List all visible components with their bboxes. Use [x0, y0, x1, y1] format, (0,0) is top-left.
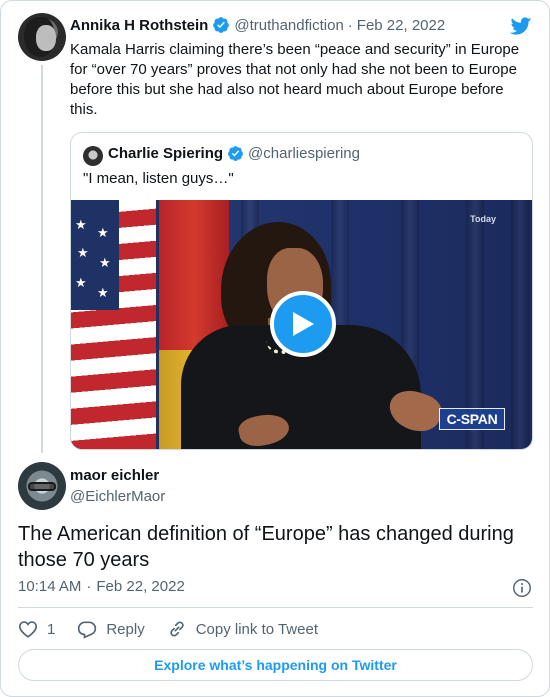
explore-twitter-button[interactable]: Explore what’s happening on Twitter	[18, 649, 533, 681]
quoted-tweet-text: "I mean, listen guys…"	[83, 170, 234, 187]
tweet-actions: 1 Reply Copy link to Tweet	[18, 618, 340, 640]
actions-divider	[18, 607, 533, 608]
video-badge: Today	[470, 214, 496, 224]
parent-author-name[interactable]: Annika H Rothstein	[70, 17, 208, 34]
play-icon	[293, 312, 314, 336]
like-button[interactable]: 1	[18, 620, 55, 638]
tweet-embed-card: Annika H Rothstein @truthandfiction · Fe…	[0, 0, 550, 697]
timestamp-separator: ·	[86, 578, 92, 595]
heart-icon	[18, 621, 38, 638]
link-icon	[170, 621, 184, 637]
play-button[interactable]	[270, 291, 336, 357]
twitter-bird-icon[interactable]	[509, 15, 533, 37]
parent-author-handle[interactable]: @truthandfiction	[234, 17, 343, 34]
thread-connector-line	[41, 65, 43, 453]
copy-link-label: Copy link to Tweet	[195, 620, 318, 638]
quoted-tweet[interactable]: Charlie Spiering @charliespiering "I mea…	[70, 132, 533, 450]
copy-link-button[interactable]: Copy link to Tweet	[167, 619, 318, 639]
quoted-author-handle: @charliespiering	[248, 145, 360, 162]
reply-label: Reply	[106, 620, 145, 638]
parent-tweet-text: Kamala Harris claiming there’s been “pea…	[70, 41, 520, 118]
info-icon[interactable]	[511, 577, 533, 599]
reply-date: Feb 22, 2022	[96, 578, 185, 595]
header-separator: ·	[347, 16, 353, 34]
reply-author-name[interactable]: maor eichler	[70, 467, 159, 484]
parent-tweet-date[interactable]: Feb 22, 2022	[357, 17, 445, 34]
like-count: 1	[47, 620, 56, 638]
reply-author-handle[interactable]: @EichlerMaor	[70, 488, 165, 505]
video-thumbnail[interactable]: ★ ★ ★ ★ ★ ★ Today C-SPAN	[71, 200, 532, 449]
parent-tweet-header: Annika H Rothstein @truthandfiction · Fe…	[70, 16, 445, 34]
network-logo: C-SPAN	[439, 408, 505, 430]
quoted-tweet-header: Charlie Spiering @charliespiering	[108, 145, 360, 162]
reply-author-avatar[interactable]	[18, 462, 66, 510]
verified-badge-icon	[213, 17, 230, 33]
reply-time: 10:14 AM	[18, 578, 82, 595]
reply-timestamp[interactable]: 10:14 AM · Feb 22, 2022	[18, 578, 185, 595]
reply-tweet-text: The American definition of “Europe” has …	[18, 523, 514, 571]
parent-author-avatar[interactable]	[18, 13, 66, 61]
quoted-author-avatar	[83, 146, 103, 166]
reply-button[interactable]: Reply	[77, 619, 145, 639]
verified-badge-icon	[228, 146, 243, 161]
reply-icon	[78, 621, 97, 639]
quoted-author-name: Charlie Spiering	[108, 145, 224, 162]
